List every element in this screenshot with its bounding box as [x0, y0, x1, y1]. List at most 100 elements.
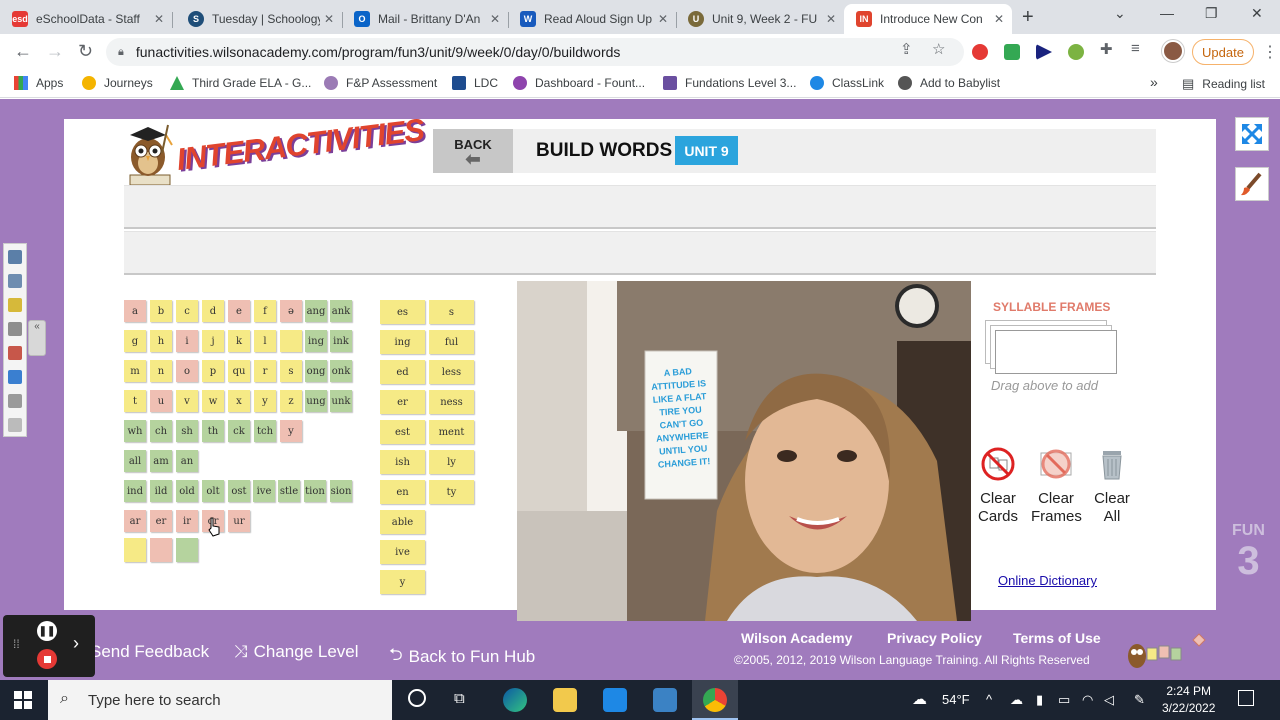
letter-tile[interactable]: olt: [202, 480, 224, 502]
letter-tile[interactable]: ir: [176, 510, 198, 532]
shape-tool-icon[interactable]: [8, 394, 22, 408]
close-icon[interactable]: ✕: [324, 12, 334, 26]
letter-tile[interactable]: e: [228, 300, 250, 322]
window-close-icon[interactable]: ✕: [1251, 5, 1263, 22]
suffix-tile[interactable]: ish: [380, 450, 425, 474]
volume-icon[interactable]: ◁: [1104, 692, 1114, 708]
select-tool-icon[interactable]: [8, 274, 22, 288]
fullscreen-button[interactable]: [1235, 117, 1269, 151]
terms-of-use-link[interactable]: Terms of Use: [1013, 630, 1101, 646]
letter-tile[interactable]: onk: [330, 360, 352, 382]
bookmark-journeys[interactable]: Journeys: [82, 76, 153, 90]
privacy-policy-link[interactable]: Privacy Policy: [887, 630, 982, 646]
letter-tile[interactable]: ost: [228, 480, 250, 502]
letter-tile[interactable]: i: [176, 330, 198, 352]
reload-icon[interactable]: ↻: [78, 41, 93, 62]
tray-chevron-up-icon[interactable]: ^: [986, 692, 992, 707]
word-frame-row-1[interactable]: [124, 185, 1156, 229]
puzzle-icon[interactable]: ✚: [1100, 40, 1113, 58]
profile-avatar[interactable]: [1162, 40, 1184, 62]
letter-tile[interactable]: ing: [305, 330, 327, 352]
close-icon[interactable]: ✕: [826, 12, 836, 26]
cortana-icon[interactable]: [408, 689, 426, 707]
taskbar-search-input[interactable]: ⌕ Type here to search: [48, 680, 392, 720]
store-icon[interactable]: [653, 688, 677, 712]
letter-tile[interactable]: c: [176, 300, 198, 322]
suffix-tile[interactable]: ed: [380, 360, 425, 384]
change-level-link[interactable]: ⤨ Change Level: [234, 642, 359, 662]
letter-tile[interactable]: ch: [150, 420, 172, 442]
windows-start-icon[interactable]: [14, 691, 32, 709]
letter-tile[interactable]: b: [150, 300, 172, 322]
tab-introduce-new-concepts[interactable]: IN Introduce New Con ✕: [844, 4, 1012, 34]
close-icon[interactable]: ✕: [994, 12, 1004, 26]
letter-tile[interactable]: tion: [304, 480, 326, 502]
highlighter-tool-icon[interactable]: [8, 322, 22, 336]
bookmark-babylist[interactable]: Add to Babylist: [898, 76, 1000, 90]
mail-icon[interactable]: [603, 688, 627, 712]
letter-tile[interactable]: h: [150, 330, 172, 352]
letter-tile[interactable]: y: [254, 390, 276, 412]
star-icon[interactable]: ☆: [932, 40, 945, 58]
suffix-tile[interactable]: est: [380, 420, 425, 444]
letter-tile[interactable]: j: [202, 330, 224, 352]
restore-icon[interactable]: ❐: [1205, 5, 1218, 22]
letter-tile[interactable]: [176, 538, 198, 562]
letter-tile[interactable]: d: [202, 300, 224, 322]
back-arrow-icon[interactable]: ←: [14, 41, 32, 62]
bookmark-apps[interactable]: Apps: [14, 76, 63, 90]
suffix-tile[interactable]: ty: [429, 480, 474, 504]
extension-circle-icon[interactable]: [1068, 44, 1084, 60]
letter-tile[interactable]: ar: [124, 510, 146, 532]
task-view-icon[interactable]: ⧉: [454, 690, 465, 707]
letter-tile[interactable]: ong: [305, 360, 327, 382]
suffix-tile[interactable]: en: [380, 480, 425, 504]
online-dictionary-link[interactable]: Online Dictionary: [998, 573, 1097, 588]
tab-read-aloud[interactable]: W Read Aloud Sign Up ✕: [508, 4, 676, 34]
letter-tile[interactable]: ck: [228, 420, 250, 442]
suffix-tile[interactable]: ness: [429, 390, 474, 414]
suffix-tile[interactable]: ful: [429, 330, 474, 354]
tab-unit-9[interactable]: U Unit 9, Week 2 - FU ✕: [676, 4, 844, 34]
pointer-tool-icon[interactable]: [8, 250, 22, 264]
close-icon[interactable]: ✕: [490, 12, 500, 26]
letter-tile[interactable]: r: [254, 360, 276, 382]
letter-tile[interactable]: ild: [150, 480, 172, 502]
letter-tile[interactable]: unk: [330, 390, 352, 412]
forward-arrow-icon[interactable]: →: [46, 41, 64, 62]
bookmarks-more[interactable]: »: [1150, 74, 1158, 90]
bookmark-third-grade-ela[interactable]: Third Grade ELA - G...: [170, 76, 311, 90]
suffix-tile[interactable]: y: [380, 570, 425, 594]
settings-gear-icon[interactable]: [8, 418, 22, 432]
eraser-tool-icon[interactable]: [8, 346, 22, 360]
clear-frames-button[interactable]: Clear Frames: [1031, 447, 1082, 526]
media-queue-icon[interactable]: ≡: [1131, 40, 1140, 57]
letter-tile[interactable]: ur: [228, 510, 250, 532]
letter-tile[interactable]: er: [150, 510, 172, 532]
notifications-icon[interactable]: [1238, 690, 1254, 706]
weather-temperature[interactable]: 54°F: [942, 692, 970, 707]
extension-green-icon[interactable]: [1004, 44, 1020, 60]
update-button[interactable]: Update: [1192, 39, 1254, 65]
suffix-tile[interactable]: ing: [380, 330, 425, 354]
letter-tile[interactable]: w: [202, 390, 224, 412]
wifi-icon[interactable]: ◠: [1082, 692, 1093, 708]
letter-tile[interactable]: l: [254, 330, 276, 352]
pen-tool-icon[interactable]: [8, 298, 22, 312]
letter-tile[interactable]: am: [150, 450, 172, 472]
letter-tile[interactable]: g: [124, 330, 146, 352]
tab-eschooldata[interactable]: esd eSchoolData - Staff ✕: [0, 4, 172, 34]
close-icon[interactable]: ✕: [154, 12, 164, 26]
cursor-extension-icon[interactable]: [1036, 44, 1052, 60]
file-explorer-icon[interactable]: [553, 688, 577, 712]
chevron-down-icon[interactable]: ⌄: [1114, 5, 1126, 22]
clear-cards-button[interactable]: Clear Cards: [973, 447, 1023, 526]
suffix-tile[interactable]: s: [429, 300, 474, 324]
wilson-academy-link[interactable]: Wilson Academy: [741, 630, 852, 646]
suffix-tile[interactable]: less: [429, 360, 474, 384]
syllable-frame-stack[interactable]: [985, 320, 1121, 376]
letter-tile[interactable]: stle: [278, 480, 300, 502]
letter-tile[interactable]: ung: [305, 390, 327, 412]
tab-schoology[interactable]: S Tuesday | Schoology ✕: [176, 4, 342, 34]
draw-button[interactable]: [1235, 167, 1269, 201]
